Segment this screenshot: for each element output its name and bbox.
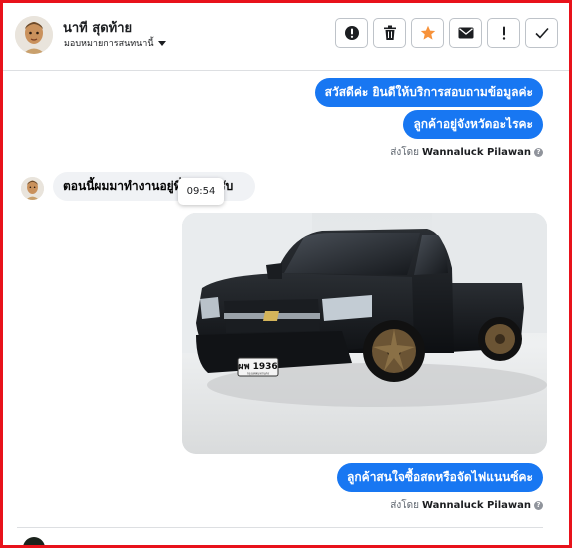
- delete-button[interactable]: [373, 18, 406, 48]
- sender-name: Wannaluck Pilawan: [421, 147, 531, 158]
- timestamp-tooltip: 09:54: [178, 178, 224, 205]
- help-icon[interactable]: ?: [534, 501, 543, 510]
- conversation-header: นาที สุดท้าย มอบหมายการสนทนานี้: [3, 3, 569, 71]
- incoming-message[interactable]: ตอนนี้ผมมาทำงานอยู่ที่ชลบุรีครับ: [53, 172, 255, 201]
- outgoing-message[interactable]: สวัสดีค่ะ ยินดีให้บริการสอบถามข้อมูลค่ะ: [314, 78, 543, 107]
- assign-label: มอบหมายการสนทนานี้: [64, 39, 154, 49]
- divider: [17, 527, 543, 528]
- alert-circle-icon: [344, 26, 359, 40]
- exclamation-icon: [502, 26, 505, 40]
- sender-name: Wannaluck Pilawan: [421, 500, 531, 511]
- sent-by-prefix: ส่งโดย: [390, 147, 419, 158]
- contact-avatar-small: [21, 177, 44, 200]
- mark-unread-button[interactable]: [449, 18, 482, 48]
- contact-name: นาที สุดท้าย: [63, 21, 133, 36]
- priority-button[interactable]: [487, 18, 520, 48]
- memoji-avatar-icon: [21, 177, 44, 200]
- envelope-icon: [458, 27, 473, 39]
- report-button[interactable]: [335, 18, 368, 48]
- car-photo-attachment[interactable]: ผพ 1936 กรุงเทพมหานคร: [182, 213, 547, 454]
- contact-avatar[interactable]: [15, 16, 53, 54]
- sent-by-label: ส่งโดย Wannaluck Pilawan ?: [390, 145, 543, 160]
- star-icon: [420, 25, 435, 40]
- help-icon[interactable]: ?: [534, 148, 543, 157]
- sent-by-prefix: ส่งโดย: [390, 500, 419, 511]
- trash-icon: [383, 25, 396, 40]
- chevron-down-icon: [157, 40, 166, 46]
- outgoing-message[interactable]: ลูกค้าสนใจซื้อสดหรือจัดไฟแนนซ์คะ: [337, 463, 543, 492]
- star-button[interactable]: [411, 18, 444, 48]
- check-icon: [534, 27, 549, 39]
- agent-avatar: [23, 537, 45, 545]
- assign-conversation-dropdown[interactable]: มอบหมายการสนทนานี้: [64, 36, 166, 50]
- done-button[interactable]: [525, 18, 558, 48]
- memoji-avatar-icon: [15, 16, 53, 54]
- conversation-window: นาที สุดท้าย มอบหมายการสนทนานี้ สวัสดีค่…: [0, 0, 572, 548]
- sent-by-label: ส่งโดย Wannaluck Pilawan ?: [390, 498, 543, 513]
- license-plate-text: ผพ 1936: [238, 362, 277, 372]
- outgoing-message[interactable]: ลูกค้าอยู่จังหวัดอะไรคะ: [403, 110, 543, 139]
- pickup-truck-image: ผพ 1936 กรุงเทพมหานคร: [182, 213, 547, 454]
- header-actions: [335, 18, 558, 48]
